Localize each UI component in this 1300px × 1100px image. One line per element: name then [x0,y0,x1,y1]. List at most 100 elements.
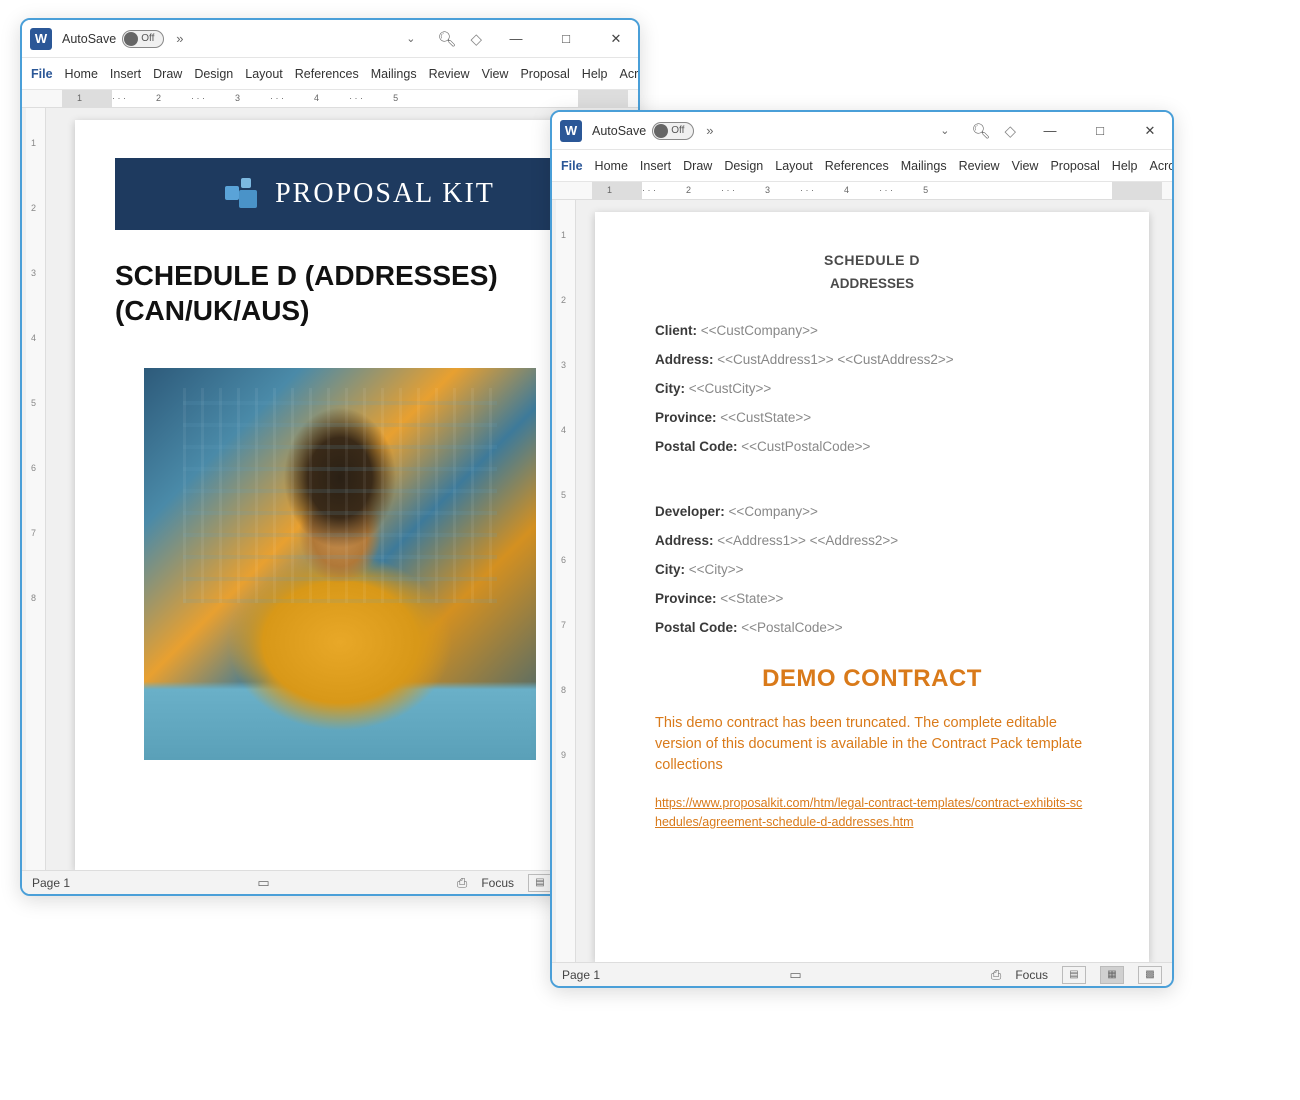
brand-name: PROPOSAL KIT [275,178,495,210]
title-dropdown-icon[interactable]: ⌄ [398,28,423,49]
tab-file[interactable]: File [26,61,58,87]
tab-insert[interactable]: Insert [635,153,676,179]
document-title: SCHEDULE D (ADDRESSES) (CAN/UK/AUS) [115,258,565,328]
tab-layout[interactable]: Layout [770,153,818,179]
field-dev-postal: Postal Code: <<PostalCode>> [655,620,1089,635]
tab-references[interactable]: References [290,61,364,87]
focus-icon[interactable]: ⎙ [457,875,467,891]
horizontal-ruler[interactable]: 1 · · · 2 · · · 3 · · · 4 · · · 5 [22,90,638,108]
field-developer: Developer: <<Company>> [655,504,1089,519]
print-layout-button[interactable]: ▦ [1100,966,1124,984]
tab-help[interactable]: Help [577,61,613,87]
field-dev-city: City: <<City>> [655,562,1089,577]
tab-proposal[interactable]: Proposal [515,61,574,87]
vruler-mark: 4 [561,425,566,435]
vruler-mark: 5 [31,398,36,408]
tab-acrobat[interactable]: Acrobat [1145,153,1172,179]
maximize-button[interactable]: □ [550,31,582,46]
tab-draw[interactable]: Draw [148,61,187,87]
vruler-mark: 6 [31,463,36,473]
focus-label[interactable]: Focus [481,876,514,890]
minimize-button[interactable]: ― [1034,123,1066,138]
ruler-mark: 4 [844,185,849,195]
tab-review[interactable]: Review [954,153,1005,179]
close-button[interactable]: ✕ [600,31,632,47]
web-layout-button[interactable]: ▩ [1138,966,1162,984]
vruler-mark: 6 [561,555,566,565]
field-client: Client: <<CustCompany>> [655,323,1089,338]
tab-draw[interactable]: Draw [678,153,717,179]
vertical-ruler[interactable]: 1 2 3 4 5 6 7 8 [26,108,46,870]
tab-view[interactable]: View [1007,153,1044,179]
tab-layout[interactable]: Layout [240,61,288,87]
read-mode-button[interactable]: ▤ [1062,966,1086,984]
tab-design[interactable]: Design [189,61,238,87]
ruler-mark: 2 [686,185,691,195]
vruler-mark: 7 [31,528,36,538]
diamond-icon[interactable]: ◇ [470,30,482,48]
document-page[interactable]: SCHEDULE D ADDRESSES Client: <<CustCompa… [595,212,1149,962]
focus-icon[interactable]: ⎙ [991,967,1001,983]
toggle-knob-icon [124,32,138,46]
tab-acrobat[interactable]: Acrobat [615,61,638,87]
vruler-mark: 1 [31,138,36,148]
tab-references[interactable]: References [820,153,894,179]
page-indicator[interactable]: Page 1 [32,876,70,890]
cover-illustration [144,368,536,760]
minimize-button[interactable]: ― [500,31,532,46]
display-settings-icon[interactable]: ▭ [789,967,801,983]
demo-contract-link[interactable]: https://www.proposalkit.com/htm/legal-co… [655,796,1082,829]
document-page[interactable]: PROPOSAL KIT SCHEDULE D (ADDRESSES) (CAN… [75,120,605,870]
vruler-mark: 7 [561,620,566,630]
toggle-knob-icon [654,124,668,138]
title-line-2: (CAN/UK/AUS) [115,293,565,328]
close-button[interactable]: ✕ [1134,123,1166,139]
ruler-mark: 3 [235,93,240,103]
autosave-toggle[interactable]: Off [652,122,694,140]
ruler-mark: 2 [156,93,161,103]
vertical-ruler[interactable]: 1 2 3 4 5 6 7 8 9 [556,200,576,962]
tab-file[interactable]: File [556,153,588,179]
tab-insert[interactable]: Insert [105,61,146,87]
qat-overflow-icon[interactable]: » [176,31,183,46]
search-icon[interactable]: 🔍︎ [429,26,464,52]
vruler-mark: 8 [561,685,566,695]
display-settings-icon[interactable]: ▭ [257,875,269,891]
focus-label[interactable]: Focus [1015,968,1048,982]
autosave-toggle[interactable]: Off [122,30,164,48]
document-area[interactable]: 1 2 3 4 5 6 7 8 9 SCHEDULE D ADDRESSES C… [552,200,1172,962]
title-line-1: SCHEDULE D (ADDRESSES) [115,258,565,293]
page-indicator[interactable]: Page 1 [562,968,600,982]
document-area[interactable]: 1 2 3 4 5 6 7 8 PROPOSAL KIT SCHEDULE D … [22,108,638,870]
horizontal-ruler[interactable]: 1 · · · 2 · · · 3 · · · 4 · · · 5 [552,182,1172,200]
tab-home[interactable]: Home [60,61,103,87]
tab-home[interactable]: Home [590,153,633,179]
tab-proposal[interactable]: Proposal [1045,153,1104,179]
read-mode-button[interactable]: ▤ [528,874,552,892]
word-app-icon: W [560,120,582,142]
ruler-mark: 1 [607,185,612,195]
field-client-address: Address: <<CustAddress1>> <<CustAddress2… [655,352,1089,367]
vruler-mark: 3 [561,360,566,370]
diamond-icon[interactable]: ◇ [1004,122,1016,140]
ribbon-tabs: File Home Insert Draw Design Layout Refe… [552,150,1172,182]
qat-overflow-icon[interactable]: » [706,123,713,138]
tab-mailings[interactable]: Mailings [366,61,422,87]
statusbar: Page 1 ▭ ⎙ Focus ▤ ▦ ▩ [552,962,1172,986]
vruler-mark: 8 [31,593,36,603]
title-dropdown-icon[interactable]: ⌄ [932,120,957,141]
tab-review[interactable]: Review [424,61,475,87]
autosave-label: AutoSave [62,32,116,46]
statusbar: Page 1 ▭ ⎙ Focus ▤ ▦ ▩ [22,870,638,894]
word-window-1: W AutoSave Off » ⌄ 🔍︎ ◇ ― □ ✕ File Home … [20,18,640,896]
tab-mailings[interactable]: Mailings [896,153,952,179]
field-dev-province: Province: <<State>> [655,591,1089,606]
ruler-mark: 3 [765,185,770,195]
maximize-button[interactable]: □ [1084,123,1116,138]
tab-help[interactable]: Help [1107,153,1143,179]
tab-design[interactable]: Design [719,153,768,179]
word-window-2: W AutoSave Off » ⌄ 🔍︎ ◇ ― □ ✕ File Home … [550,110,1174,988]
search-icon[interactable]: 🔍︎ [963,118,998,144]
autosave-state: Off [141,33,154,44]
tab-view[interactable]: View [477,61,514,87]
